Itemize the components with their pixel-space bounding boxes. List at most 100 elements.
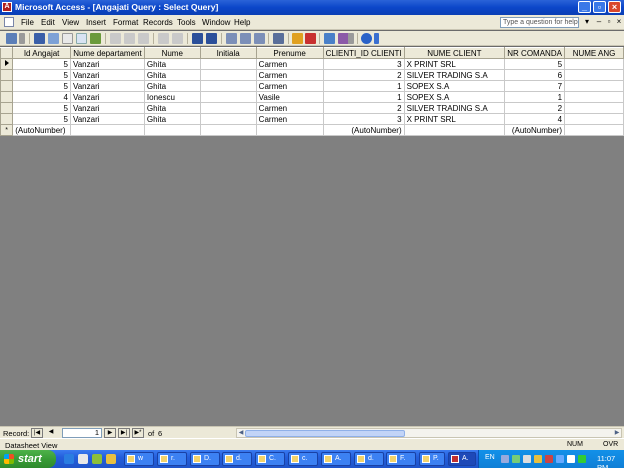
table-row[interactable]: 5 Vanzari Ghita Carmen 2 SILVER TRADING …: [0, 102, 624, 114]
scroll-left-icon[interactable]: ◀: [237, 429, 245, 437]
cell-nume-departament-new[interactable]: [69, 124, 145, 136]
menu-view[interactable]: View: [62, 18, 79, 27]
save-icon[interactable]: [34, 33, 45, 44]
cell-prenume[interactable]: Carmen: [255, 102, 324, 114]
cell-nume-client-new[interactable]: [403, 124, 506, 136]
hyperlink-icon[interactable]: [172, 33, 183, 44]
cell-nume[interactable]: Ionescu: [143, 91, 201, 103]
current-record-input[interactable]: 1: [62, 428, 102, 438]
previous-record-button[interactable]: ◀: [45, 428, 57, 438]
cell-nume-client[interactable]: SOPEX S.A: [403, 91, 506, 103]
taskbar-item[interactable]: C.: [255, 452, 285, 466]
cell-nume-client[interactable]: X PRINT SRL: [403, 113, 506, 125]
menu-records[interactable]: Records: [143, 18, 173, 27]
cell-id-angajat[interactable]: 5: [12, 58, 71, 70]
tray-icon[interactable]: [512, 455, 520, 463]
help-dropdown-icon[interactable]: ▾: [582, 17, 592, 26]
cell-nume[interactable]: Ghita: [143, 69, 201, 81]
cell-nume-ang-new[interactable]: [564, 124, 624, 136]
new-record-button[interactable]: ▶*: [132, 428, 144, 438]
new-record-row[interactable]: * (AutoNumber) (AutoNumber) (AutoNumber): [0, 124, 624, 136]
cell-nume-client[interactable]: SILVER TRADING S.A: [403, 69, 506, 81]
table-row[interactable]: 4 Vanzari Ionescu Vasile 1 SOPEX S.A 1: [0, 91, 624, 103]
cell-nume-client[interactable]: X PRINT SRL: [403, 58, 506, 70]
cell-id-angajat[interactable]: 4: [12, 91, 71, 103]
cell-nume-ang[interactable]: [564, 113, 624, 125]
cell-prenume[interactable]: Carmen: [255, 58, 324, 70]
restore-button[interactable]: ▫: [593, 1, 606, 13]
new-object-dropdown-icon[interactable]: [348, 33, 354, 44]
cell-nume-ang[interactable]: [564, 91, 624, 103]
menu-insert[interactable]: Insert: [86, 18, 106, 27]
cell-nr-comanda[interactable]: 1: [504, 91, 566, 103]
cell-nume-departament[interactable]: Vanzari: [69, 69, 145, 81]
column-header-prenume[interactable]: Prenume: [255, 47, 324, 59]
cell-initiala-new[interactable]: [199, 124, 257, 136]
cell-clienti-id[interactable]: 2: [322, 69, 405, 81]
cell-nume-ang[interactable]: [564, 69, 624, 81]
cell-nr-comanda-new[interactable]: (AutoNumber): [504, 124, 566, 136]
help-question-input[interactable]: Type a question for help: [500, 17, 579, 28]
tray-icon[interactable]: [523, 455, 531, 463]
cell-nume[interactable]: Ghita: [143, 113, 201, 125]
tray-icon[interactable]: [501, 455, 509, 463]
cell-clienti-id[interactable]: 3: [322, 113, 405, 125]
menu-file[interactable]: File: [21, 18, 34, 27]
first-record-button[interactable]: |◀: [31, 428, 43, 438]
cell-initiala[interactable]: [199, 91, 257, 103]
cell-initiala[interactable]: [199, 69, 257, 81]
cell-prenume[interactable]: Vasile: [255, 91, 324, 103]
new-record-marker[interactable]: *: [0, 124, 14, 136]
volume-icon[interactable]: [567, 455, 575, 463]
column-header-nume-departament[interactable]: Nume departament: [69, 47, 145, 59]
tray-icon[interactable]: [534, 455, 542, 463]
cell-nr-comanda[interactable]: 6: [504, 69, 566, 81]
doc-close-icon[interactable]: ×: [614, 17, 624, 26]
cell-nr-comanda[interactable]: 5: [504, 58, 566, 70]
cell-nr-comanda[interactable]: 2: [504, 102, 566, 114]
cell-clienti-id[interactable]: 1: [322, 80, 405, 92]
taskbar-item[interactable]: d.: [222, 452, 252, 466]
cell-nume-client[interactable]: SOPEX S.A: [403, 80, 506, 92]
filter-by-selection-icon[interactable]: [226, 33, 237, 44]
view-dropdown-icon[interactable]: [19, 33, 25, 44]
delete-record-icon[interactable]: [305, 33, 316, 44]
cell-nume[interactable]: Ghita: [143, 102, 201, 114]
cell-id-angajat[interactable]: 5: [12, 113, 71, 125]
cell-clienti-id[interactable]: 3: [322, 58, 405, 70]
last-record-button[interactable]: ▶|: [118, 428, 130, 438]
quick-launch-icon[interactable]: [106, 454, 116, 464]
cell-clienti-id-new[interactable]: (AutoNumber): [322, 124, 405, 136]
next-record-button[interactable]: ▶: [104, 428, 116, 438]
select-all-corner[interactable]: [0, 47, 14, 59]
cell-prenume[interactable]: Carmen: [255, 69, 324, 81]
close-button[interactable]: ×: [608, 1, 621, 13]
find-icon[interactable]: [273, 33, 284, 44]
tray-icon[interactable]: [556, 455, 564, 463]
menu-edit[interactable]: Edit: [41, 18, 55, 27]
network-icon[interactable]: [578, 455, 586, 463]
column-header-nume[interactable]: Nume: [143, 47, 201, 59]
cell-id-angajat[interactable]: 5: [12, 80, 71, 92]
sort-descending-icon[interactable]: [206, 33, 217, 44]
cell-clienti-id[interactable]: 2: [322, 102, 405, 114]
copy-icon[interactable]: [124, 33, 135, 44]
menu-format[interactable]: Format: [113, 18, 138, 27]
taskbar-item-access[interactable]: A.: [448, 452, 476, 466]
column-header-clienti-id[interactable]: CLIENTI_ID CLIENTI: [322, 47, 405, 59]
cell-initiala[interactable]: [199, 102, 257, 114]
table-row[interactable]: 5 Vanzari Ghita Carmen 2 SILVER TRADING …: [0, 69, 624, 81]
print-icon[interactable]: [62, 33, 73, 44]
row-selector[interactable]: [0, 91, 14, 103]
taskbar-item[interactable]: d.: [354, 452, 384, 466]
sort-ascending-icon[interactable]: [192, 33, 203, 44]
table-row[interactable]: 5 Vanzari Ghita Carmen 3 X PRINT SRL 5: [0, 58, 624, 70]
cell-nume-new[interactable]: [143, 124, 201, 136]
cell-nume-ang[interactable]: [564, 58, 624, 70]
database-window-icon[interactable]: [324, 33, 335, 44]
undo-icon[interactable]: [158, 33, 169, 44]
print-preview-icon[interactable]: [76, 33, 87, 44]
table-row[interactable]: 5 Vanzari Ghita Carmen 3 X PRINT SRL 4: [0, 113, 624, 125]
cell-prenume[interactable]: Carmen: [255, 113, 324, 125]
show-desktop-icon[interactable]: [78, 454, 88, 464]
